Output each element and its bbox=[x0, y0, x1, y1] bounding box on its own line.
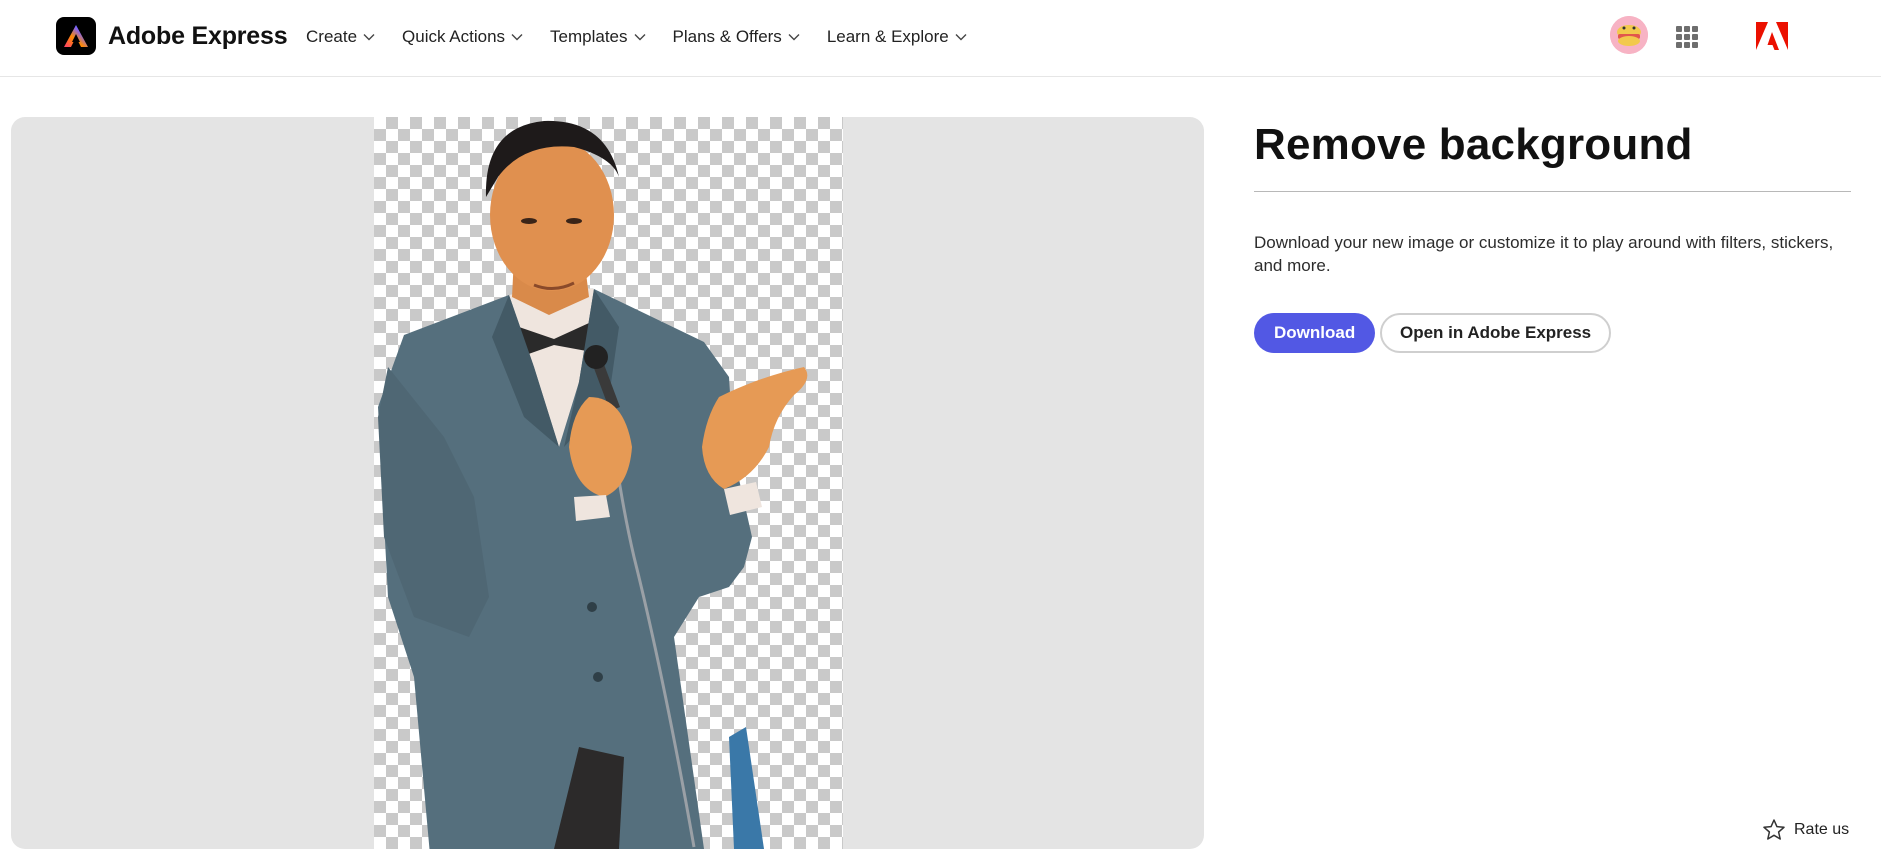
download-button[interactable]: Download bbox=[1254, 313, 1376, 353]
adobe-logo-icon[interactable] bbox=[1756, 22, 1788, 50]
brand-name: Adobe Express bbox=[108, 21, 288, 50]
background-removed-subject-image bbox=[378, 120, 808, 849]
title-divider bbox=[1254, 191, 1851, 192]
chevron-down-icon bbox=[511, 34, 523, 41]
nav-label: Create bbox=[306, 27, 358, 46]
user-avatar[interactable] bbox=[1610, 16, 1648, 54]
nav-label: Templates bbox=[550, 27, 628, 46]
adobe-express-logo-icon bbox=[56, 17, 96, 55]
star-outline-icon bbox=[1763, 819, 1785, 840]
rate-us-button[interactable]: Rate us bbox=[1762, 818, 1849, 842]
chevron-down-icon bbox=[363, 34, 375, 41]
chevron-down-icon bbox=[788, 34, 800, 41]
nav-label: Plans & Offers bbox=[672, 27, 782, 46]
image-preview-panel bbox=[11, 117, 1204, 849]
page-title: Remove background bbox=[1254, 120, 1693, 169]
adobe-express-home-link[interactable]: Adobe Express bbox=[56, 17, 288, 55]
nav-label: Quick Actions bbox=[402, 27, 506, 46]
top-header: Adobe Express Create Quick Actions Templ… bbox=[0, 0, 1881, 77]
nav-label: Learn & Explore bbox=[826, 27, 949, 46]
nav-quick-actions[interactable]: Quick Actions bbox=[402, 27, 523, 47]
nav-plans-offers[interactable]: Plans & Offers bbox=[673, 27, 800, 47]
open-in-adobe-express-button[interactable]: Open in Adobe Express bbox=[1380, 313, 1612, 353]
avatar-image bbox=[1610, 16, 1648, 54]
chevron-down-icon bbox=[955, 34, 967, 41]
page-description: Download your new image or customize it … bbox=[1254, 233, 1834, 275]
nav-learn-explore[interactable]: Learn & Explore bbox=[827, 27, 967, 47]
nav-create[interactable]: Create bbox=[306, 27, 375, 47]
app-grid-icon[interactable] bbox=[1676, 26, 1698, 48]
chevron-down-icon bbox=[634, 34, 646, 41]
transparent-background-canvas bbox=[374, 117, 843, 849]
main-nav: Create Quick Actions Templates Plans & O… bbox=[306, 23, 967, 51]
nav-templates[interactable]: Templates bbox=[550, 27, 646, 47]
rate-us-label: Rate us bbox=[1794, 821, 1850, 838]
